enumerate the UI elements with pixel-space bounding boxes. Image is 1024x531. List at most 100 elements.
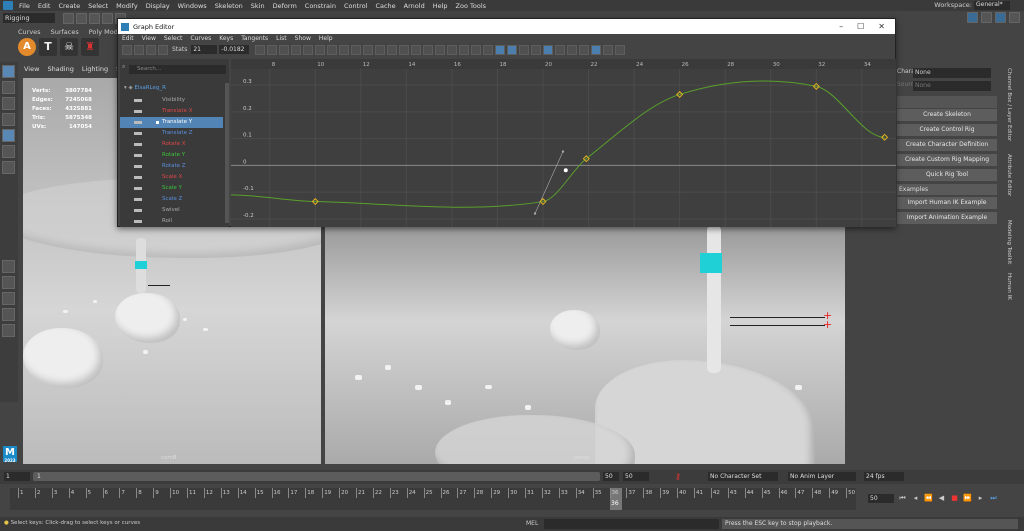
menu-constrain[interactable]: Constrain bbox=[301, 2, 340, 10]
time-ruler[interactable] bbox=[231, 59, 896, 69]
channel-visibility-icon[interactable] bbox=[134, 99, 142, 102]
channel-swivel[interactable]: Swivel bbox=[120, 205, 223, 216]
curve-display-icon[interactable] bbox=[555, 44, 566, 55]
stacked-view-icon[interactable] bbox=[531, 44, 542, 55]
menu-arnold[interactable]: Arnold bbox=[400, 2, 429, 10]
unify-tangents-icon[interactable] bbox=[399, 44, 410, 55]
channel-visibility-icon[interactable] bbox=[134, 132, 142, 135]
channel-translate-z[interactable]: Translate Z bbox=[120, 128, 223, 139]
create-skeleton-button[interactable]: Create Skeleton bbox=[897, 109, 997, 121]
graph-curve-chart[interactable]: 8 10 12 14 16 18 20 22 24 26 28 30 32 34 0.3 0.2 0.1 0 -0.… bbox=[231, 59, 896, 227]
add-key-icon[interactable] bbox=[603, 44, 614, 55]
channel-visibility-icon[interactable] bbox=[134, 121, 142, 124]
channel-icon[interactable] bbox=[158, 44, 168, 55]
layout-outliner-icon[interactable] bbox=[2, 308, 15, 321]
channel-visibility-icon[interactable] bbox=[134, 154, 142, 157]
command-input[interactable] bbox=[544, 519, 719, 529]
playback-end-field[interactable]: 50 bbox=[868, 494, 894, 503]
channel-visibility-icon[interactable] bbox=[134, 220, 142, 223]
t-pose-icon[interactable]: T bbox=[39, 38, 57, 56]
lattice-deform-icon[interactable] bbox=[567, 44, 578, 55]
lasso-tool-icon[interactable] bbox=[2, 81, 15, 94]
menu-select[interactable]: Select bbox=[84, 2, 112, 10]
character-select[interactable]: None bbox=[913, 68, 991, 78]
skull-icon[interactable]: ☠ bbox=[60, 38, 78, 56]
graph-view-icon[interactable] bbox=[543, 44, 554, 55]
channel-roll[interactable]: Roll bbox=[120, 216, 223, 227]
toolsettings-icon[interactable] bbox=[981, 12, 992, 23]
menu-windows[interactable]: Windows bbox=[174, 2, 211, 10]
vp-menu-shading[interactable]: Shading bbox=[47, 65, 73, 73]
stats-value-field[interactable]: -0.0182 bbox=[219, 45, 250, 54]
channel-visibility-icon[interactable] bbox=[134, 143, 142, 146]
import-hik-example-button[interactable]: Import Human IK Example bbox=[897, 197, 997, 209]
auto-key-icon[interactable]: ⚷ bbox=[675, 472, 681, 481]
pre-infinity-icon[interactable] bbox=[471, 44, 482, 55]
insert-key-icon[interactable] bbox=[591, 44, 602, 55]
retime-tool-icon[interactable] bbox=[579, 44, 590, 55]
tangent-step-icon[interactable] bbox=[363, 44, 374, 55]
minimize-icon[interactable]: – bbox=[839, 22, 843, 31]
ge-menu-help[interactable]: Help bbox=[319, 35, 333, 42]
attribute-icon[interactable] bbox=[995, 12, 1006, 23]
shelf-tab-polymod[interactable]: Poly Mod bbox=[89, 28, 118, 36]
stop-icon[interactable]: ■ bbox=[950, 494, 959, 503]
tangent-clamped-icon[interactable] bbox=[315, 44, 326, 55]
vp-menu-lighting[interactable]: Lighting bbox=[82, 65, 108, 73]
channel-visibility-icon[interactable] bbox=[134, 209, 142, 212]
start-frame-field[interactable]: 1 bbox=[4, 472, 30, 481]
current-value-point[interactable] bbox=[563, 168, 568, 173]
outliner-scrollbar[interactable] bbox=[225, 83, 229, 223]
import-animation-example-button[interactable]: Import Animation Example bbox=[897, 212, 997, 224]
tangent-handle[interactable] bbox=[534, 151, 564, 214]
anim-layer-select[interactable]: No Anim Layer bbox=[788, 472, 856, 481]
menu-file[interactable]: File bbox=[15, 2, 34, 10]
ge-menu-curves[interactable]: Curves bbox=[190, 35, 211, 42]
rotate-tool-icon[interactable] bbox=[2, 129, 15, 142]
toggle-icon[interactable] bbox=[134, 44, 144, 55]
next-key-icon[interactable]: ⏩ bbox=[963, 494, 972, 503]
post-infinity-icon[interactable] bbox=[483, 44, 494, 55]
close-icon[interactable]: ✕ bbox=[878, 22, 885, 31]
menu-display[interactable]: Display bbox=[142, 2, 174, 10]
scale-tool-icon[interactable] bbox=[2, 145, 15, 158]
arnold-a-icon[interactable]: A bbox=[18, 38, 36, 56]
new-scene-icon[interactable] bbox=[63, 12, 74, 24]
menu-control[interactable]: Control bbox=[340, 2, 372, 10]
ge-menu-keys[interactable]: Keys bbox=[219, 35, 233, 42]
menu-skeleton[interactable]: Skeleton bbox=[211, 2, 247, 10]
menu-create[interactable]: Create bbox=[54, 2, 84, 10]
ge-menu-tangents[interactable]: Tangents bbox=[241, 35, 268, 42]
auto-key-icon[interactable] bbox=[146, 44, 156, 55]
tangent-handle-end[interactable] bbox=[533, 212, 537, 215]
channel-rotate-y[interactable]: Rotate Y bbox=[120, 150, 223, 161]
channel-rotate-x[interactable]: Rotate X bbox=[120, 139, 223, 150]
stats-frame-field[interactable]: 21 bbox=[191, 45, 218, 54]
channelbox-icon[interactable] bbox=[1009, 12, 1020, 23]
key-stats-icon[interactable] bbox=[495, 44, 506, 55]
time-slider[interactable]: 36 1 2 3 4 5 6 7 8 9 10 11 12 13 14 15 16 17 18 19 20 21 22 23… bbox=[10, 488, 856, 510]
layout-icon[interactable] bbox=[967, 12, 978, 23]
ik-target-icon[interactable]: + bbox=[823, 318, 832, 331]
menu-edit[interactable]: Edit bbox=[34, 2, 55, 10]
tab-channel-box[interactable]: Channel Box / Layer Editor bbox=[1006, 68, 1012, 141]
outliner-object[interactable]: ▾ ◈ ElsaRLeg_R bbox=[124, 83, 226, 94]
ge-menu-show[interactable]: Show bbox=[295, 35, 311, 42]
filter-icon[interactable] bbox=[122, 44, 132, 55]
vp-menu-view[interactable]: View bbox=[24, 65, 39, 73]
menu-modify[interactable]: Modify bbox=[112, 2, 142, 10]
fps-select[interactable]: 24 fps bbox=[864, 472, 904, 481]
layout-single-icon[interactable] bbox=[2, 260, 15, 273]
channel-scale-z[interactable]: Scale Z bbox=[120, 194, 223, 205]
tangent-auto-icon[interactable] bbox=[339, 44, 350, 55]
frame-playback-icon[interactable] bbox=[279, 44, 290, 55]
go-to-end-icon[interactable]: ⏭ bbox=[989, 494, 998, 503]
menu-deform[interactable]: Deform bbox=[269, 2, 301, 10]
prev-key-icon[interactable]: ⏪ bbox=[924, 494, 933, 503]
lock-weights-icon[interactable] bbox=[423, 44, 434, 55]
snapshot-buffer-icon[interactable] bbox=[447, 44, 458, 55]
move-tool-icon[interactable] bbox=[2, 113, 15, 126]
channel-visibility[interactable]: Visibility bbox=[120, 95, 223, 106]
channel-translate-y[interactable]: Translate Y bbox=[120, 117, 223, 128]
play-backwards-icon[interactable]: ◀ bbox=[937, 494, 946, 503]
